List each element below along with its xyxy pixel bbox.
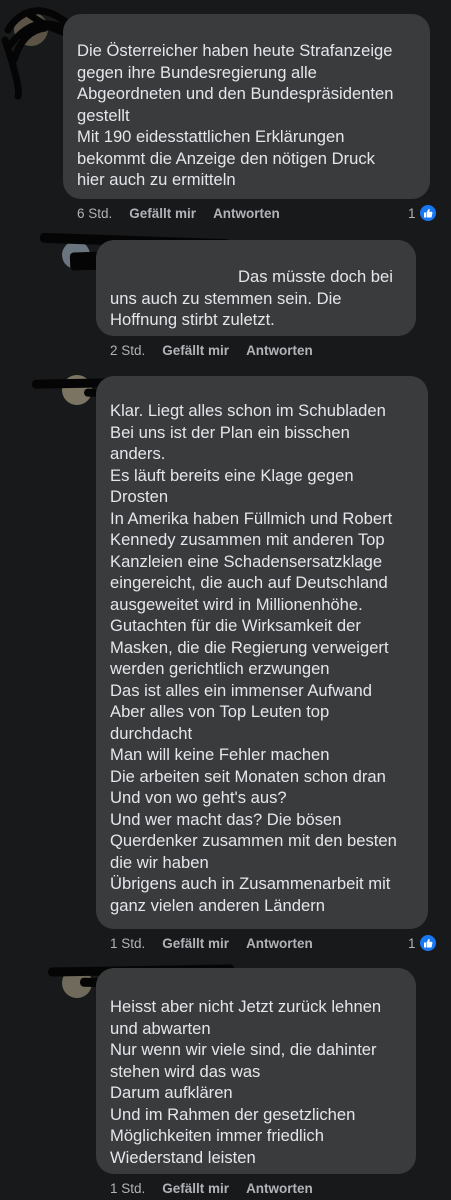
comment-text-line: Bei uns ist der Plan ein bisschen <box>110 422 350 442</box>
comment-text-line: Die Österreicher haben heute Strafanzeig… <box>77 41 393 60</box>
reaction-summary[interactable]: 1 <box>408 935 436 951</box>
reply-button[interactable]: Antworten <box>246 343 313 358</box>
comment-text-line: Querdenker zusammen mit den besten <box>110 831 397 850</box>
comment-actions: 2 Std. Gefällt mir Antworten <box>110 343 313 358</box>
comment-text: Das müsste doch bei <box>238 267 393 286</box>
comment-text-line: werden gerichtlich erzwungen <box>110 659 330 678</box>
comment-text-line: In Amerika haben Füllmich und Robert <box>110 508 393 528</box>
comment-text-line: Übrigens auch in Zusammenarbeit mit <box>110 874 391 893</box>
comment-text-line: Klar. Liegt alles schon im Schubladen <box>110 401 386 420</box>
comment-text-line: Aber alles von Top Leuten top <box>110 702 330 721</box>
comment-timestamp[interactable]: 1 Std. <box>110 936 145 951</box>
thumbs-up-icon <box>419 205 436 221</box>
comment-text-line: Und wer macht das? Die bösen <box>110 809 342 829</box>
comment-actions: 6 Std. Gefällt mir Antworten <box>77 206 280 221</box>
comment-text-line: Darum aufklären <box>110 1083 233 1102</box>
comment-text-line: gegen ihre Bundesregierung alle <box>77 62 317 82</box>
comment-text-line: hier auch zu ermitteln <box>77 170 236 189</box>
thumbs-up-icon <box>419 935 436 951</box>
comment-thread: Die Österreicher haben heute Strafanzeig… <box>0 0 451 1200</box>
comment-actions: 1 Std. Gefällt mir Antworten <box>110 936 313 951</box>
comment-text-line: anders. <box>110 444 166 463</box>
comment-text-line: Und im Rahmen der gesetzlichen <box>110 1104 356 1124</box>
comment-timestamp[interactable]: 6 Std. <box>77 206 112 221</box>
comment-text-line: Die arbeiten seit Monaten schon dran <box>110 766 386 786</box>
comment-text-line: ausgeweitet wird in Millionenhöhe. <box>110 594 363 614</box>
comment-text-line: Kanzleien eine Schadensersatzklage <box>110 551 383 571</box>
comment-timestamp[interactable]: 1 Std. <box>110 1181 145 1196</box>
like-button[interactable]: Gefällt mir <box>162 1181 229 1196</box>
comment-text-line: Drosten <box>110 487 169 506</box>
like-button[interactable]: Gefällt mir <box>129 206 196 221</box>
comment-text-line: Es läuft bereits eine Klage gegen <box>110 465 354 485</box>
comment-text-line: Wiederstand leisten <box>110 1147 256 1167</box>
comment-text-line: Hoffnung stirbt zuletzt. <box>110 310 275 329</box>
comment-text-line: ganz vielen anderen Ländern <box>110 895 325 915</box>
comment-text-line: Nur wenn wir viele sind, die dahinter <box>110 1040 377 1059</box>
like-button[interactable]: Gefällt mir <box>162 343 229 358</box>
comment-text-line: durchdacht <box>110 723 193 743</box>
reaction-count: 1 <box>408 935 416 951</box>
like-button[interactable]: Gefällt mir <box>162 936 229 951</box>
comment-text-line: stehen wird das was <box>110 1061 261 1081</box>
reaction-summary[interactable]: 1 <box>408 205 436 221</box>
comment-text-line: Mit 190 eidesstattlichen Erklärungen <box>77 127 345 146</box>
comment-text-line: Und von wo geht's aus? <box>110 788 287 807</box>
comment-bubble: Die Österreicher haben heute Strafanzeig… <box>63 14 430 199</box>
reply-button[interactable]: Antworten <box>246 1181 313 1196</box>
reply-button[interactable]: Antworten <box>213 206 280 221</box>
comment-text-line: Heisst aber nicht Jetzt zurück lehnen <box>110 997 382 1016</box>
comment-text-line: Das ist alles ein immenser Aufwand <box>110 680 372 700</box>
comment-text-line: Man will keine Fehler machen <box>110 745 330 764</box>
comment-text-line: Masken, die die Regierung verweigert <box>110 637 389 657</box>
comment-text-line: die wir haben <box>110 852 209 872</box>
comment-text-line: Das müsste doch bei <box>110 266 402 288</box>
comment-text-line: Möglichkeiten immer friedlich <box>110 1126 324 1145</box>
comment-text-line: Abgeordneten und den Bundespräsidenten <box>77 84 394 103</box>
comment-bubble: Das müsste doch bei uns auch zu stemmen … <box>96 240 416 336</box>
comment-text-line: und abwarten <box>110 1018 211 1038</box>
comment-text-line: uns auch zu stemmen sein. Die <box>110 288 342 308</box>
comment-text-line: Kennedy zusammen mit anderen Top <box>110 530 385 549</box>
comment-text-line: eingereicht, die auch auf Deutschland <box>110 573 388 592</box>
comment-text-line: gestellt <box>77 105 130 125</box>
reply-button[interactable]: Antworten <box>246 936 313 951</box>
comment-actions: 1 Std. Gefällt mir Antworten <box>110 1181 313 1196</box>
comment-bubble: Klar. Liegt alles schon im Schubladen Be… <box>96 376 428 929</box>
comment-text-line: Gutachten für die Wirksamkeit der <box>110 616 361 635</box>
comment-bubble: Heisst aber nicht Jetzt zurück lehnen un… <box>96 968 416 1174</box>
author-name-redacted[interactable] <box>77 26 416 40</box>
reaction-count: 1 <box>408 205 416 221</box>
comment-text-line: bekommt die Anzeige den nötigen Druck <box>77 148 375 168</box>
comment-timestamp[interactable]: 2 Std. <box>110 343 145 358</box>
